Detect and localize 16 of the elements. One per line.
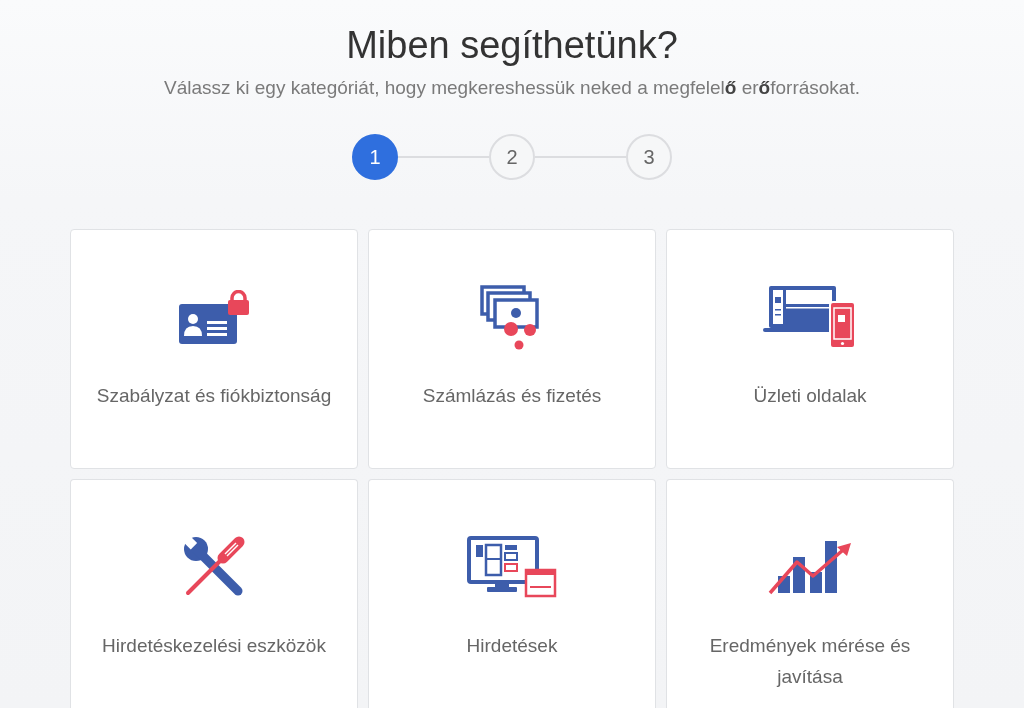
category-card[interactable]: Szabályzat és fiókbiztonság	[70, 229, 358, 469]
monitor-window-icon	[467, 536, 557, 598]
page-subheading: Válassz ki egy kategóriát, hogy megkereshessük neked a megfelelő erőforrásokat.	[164, 76, 860, 100]
id-card-lock-icon	[179, 290, 249, 344]
category-card[interactable]: Számlázás és fizetés	[368, 229, 656, 469]
category-card[interactable]: Hirdetések	[368, 479, 656, 708]
step-circle: 3	[626, 134, 672, 180]
category-card[interactable]: Eredmények mérése és javítása	[666, 479, 954, 708]
step-circle: 2	[489, 134, 535, 180]
wrench-screwdriver-icon	[183, 536, 245, 598]
step-circle: 1	[352, 134, 398, 180]
category-card[interactable]: Üzleti oldalak	[666, 229, 954, 469]
page-heading: Miben segíthetünk?	[346, 23, 678, 68]
category-card[interactable]: Hirdetéskezelési eszközök	[70, 479, 358, 708]
bar-chart-arrow-icon	[768, 539, 852, 595]
laptop-phone-icon	[763, 285, 857, 349]
